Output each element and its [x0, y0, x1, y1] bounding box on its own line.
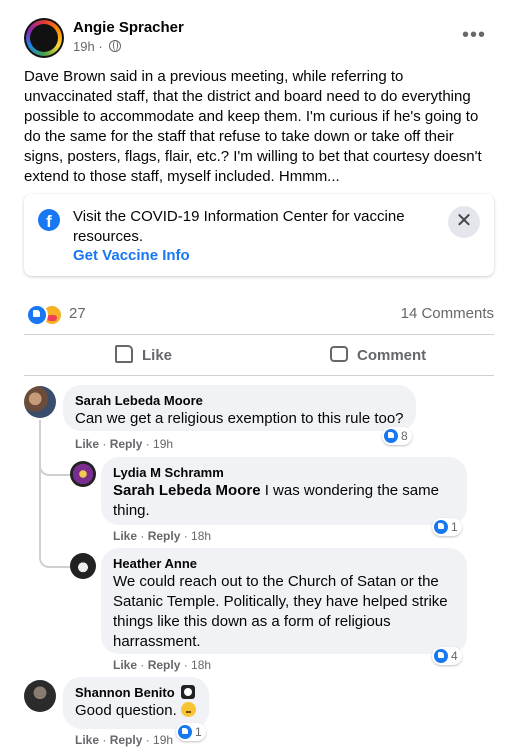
comment-reply-link[interactable]: Reply	[110, 733, 143, 747]
comment-text: We could reach out to the Church of Sata…	[113, 573, 448, 650]
comment-text: Can we get a religious exemption to this…	[75, 410, 404, 427]
comment-reply-link[interactable]: Reply	[148, 529, 181, 543]
post-time[interactable]: 19h	[73, 39, 95, 54]
comment-actions: Like · Reply · 19h	[75, 733, 174, 747]
comment-label: Comment	[357, 347, 427, 364]
facebook-logo-icon: f	[38, 209, 60, 231]
comment-time[interactable]: 19h	[153, 437, 173, 451]
comment-reactions[interactable]: 1	[432, 518, 462, 536]
mention-tag[interactable]: Sarah Lebeda Moore	[113, 482, 261, 499]
author-avatar[interactable]	[24, 18, 64, 58]
divider	[24, 334, 494, 335]
post-meta: 19h ·	[73, 39, 122, 54]
reaction-count: 4	[451, 649, 458, 663]
like-reaction-icon	[178, 725, 192, 739]
comment-reply-link[interactable]: Reply	[148, 658, 181, 672]
reaction-count: 1	[195, 725, 202, 739]
comment-like-link[interactable]: Like	[75, 437, 99, 451]
reactions-count[interactable]: 27	[69, 305, 86, 322]
globe-icon	[109, 40, 122, 52]
like-reaction-icon	[384, 429, 398, 443]
thinking-face-icon	[180, 702, 196, 717]
comment-text: Good question.	[75, 701, 197, 721]
author-name[interactable]: Angie Spracher	[73, 19, 184, 36]
thread-connector	[39, 520, 71, 568]
comment-bubble: Heather Anne We could reach out to the C…	[101, 548, 467, 654]
comment-reactions[interactable]: 4	[432, 647, 462, 665]
comment-actions: Like · Reply · 18h	[113, 658, 212, 672]
like-label: Like	[142, 347, 173, 364]
comment-bubble: Lydia M Schramm Sarah Lebeda Moore I was…	[101, 457, 467, 525]
post-header: Angie Spracher 19h · •••	[24, 18, 494, 58]
comment-reactions[interactable]: 8	[382, 427, 412, 445]
comment-like-link[interactable]: Like	[113, 529, 137, 543]
like-reaction-icon[interactable]	[26, 304, 48, 326]
post-text: Dave Brown said in a previous meeting, w…	[24, 68, 482, 185]
comment-like-link[interactable]: Like	[75, 733, 99, 747]
close-icon[interactable]: ✕	[448, 206, 480, 238]
covid-info-card: f Visit the COVID-19 Information Center …	[24, 194, 494, 276]
comment-text: Sarah Lebeda Moore I was wondering the s…	[113, 482, 439, 519]
like-button[interactable]: Like	[115, 345, 172, 367]
comment-actions: Like · Reply · 18h	[113, 529, 212, 543]
comment-reply-link[interactable]: Reply	[110, 437, 143, 451]
comment-time[interactable]: 19h	[153, 733, 173, 747]
reaction-count: 1	[451, 520, 458, 534]
reactions-summary: 27 14 Comments	[24, 302, 494, 326]
reaction-count: 8	[401, 429, 408, 443]
like-reaction-icon	[434, 520, 448, 534]
comment-bubble: Sarah Lebeda Moore Can we get a religiou…	[63, 385, 416, 431]
comment-like-link[interactable]: Like	[113, 658, 137, 672]
comments-count[interactable]: 14 Comments	[401, 305, 494, 322]
comment-time[interactable]: 18h	[191, 658, 211, 672]
commenter-name[interactable]: Heather Anne	[113, 556, 455, 572]
commenter-name[interactable]: Lydia M Schramm	[113, 465, 455, 481]
comment-time[interactable]: 18h	[191, 529, 211, 543]
comment-actions: Like · Reply · 19h	[75, 437, 174, 451]
commenter-name[interactable]: Shannon Benito	[75, 685, 197, 701]
comment-bubble: Shannon Benito Good question.	[63, 677, 209, 729]
more-options-icon[interactable]: •••	[462, 24, 486, 47]
comment-icon	[330, 346, 348, 362]
wave-badge-icon	[180, 685, 195, 699]
comment-button[interactable]: Comment	[330, 345, 426, 367]
get-vaccine-info-link[interactable]: Get Vaccine Info	[73, 247, 190, 264]
commenter-name[interactable]: Sarah Lebeda Moore	[75, 393, 404, 409]
avatar[interactable]	[24, 680, 56, 712]
avatar[interactable]	[70, 553, 96, 579]
divider	[24, 375, 494, 376]
thread-connector	[39, 430, 71, 476]
like-reaction-icon	[434, 649, 448, 663]
comment-reactions[interactable]: 1	[176, 723, 206, 741]
avatar[interactable]	[70, 461, 96, 487]
thumbs-up-icon	[115, 345, 133, 363]
covid-info-text: Visit the COVID-19 Information Center fo…	[73, 208, 405, 245]
avatar[interactable]	[24, 386, 56, 418]
